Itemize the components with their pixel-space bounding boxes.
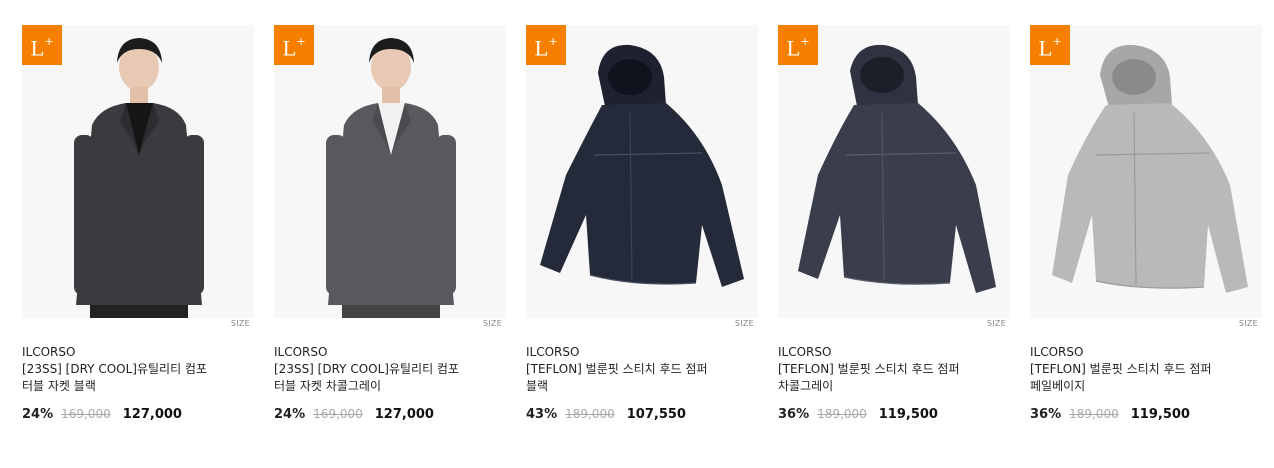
price-row: 36% 189,000 119,500 <box>778 407 1010 422</box>
lplus-badge: L+ <box>526 25 566 65</box>
size-label[interactable]: SIZE <box>274 318 506 332</box>
sale-price: 127,000 <box>374 407 434 422</box>
product-brand[interactable]: ILCORSO <box>778 344 1010 360</box>
hooded-jumper-image <box>1052 44 1248 293</box>
product-card[interactable]: L+ SIZE ILCORSO [23SS] [DRY COOL]유틸리티 컴포… <box>22 25 254 422</box>
sale-price: 119,500 <box>1130 407 1190 422</box>
sale-price: 119,500 <box>878 407 938 422</box>
product-name[interactable]: [TEFLON] 벌룬핏 스티치 후드 점퍼 블랙 <box>526 361 758 397</box>
original-price: 169,000 <box>61 407 111 421</box>
discount-rate: 24% <box>22 407 54 422</box>
price-row: 24% 169,000 127,000 <box>274 407 506 422</box>
lplus-badge: L+ <box>778 25 818 65</box>
product-name[interactable]: [23SS] [DRY COOL]유틸리티 컴포 터블 자켓 차콜그레이 <box>274 361 506 397</box>
original-price: 189,000 <box>1069 407 1119 421</box>
discount-rate: 43% <box>526 407 558 422</box>
product-image[interactable]: L+ <box>1030 25 1262 318</box>
original-price: 189,000 <box>565 407 615 421</box>
lplus-badge: L+ <box>274 25 314 65</box>
price-row: 24% 169,000 127,000 <box>22 407 254 422</box>
price-row: 36% 189,000 119,500 <box>1030 407 1262 422</box>
product-brand[interactable]: ILCORSO <box>526 344 758 360</box>
lplus-badge: L+ <box>1030 25 1070 65</box>
product-brand[interactable]: ILCORSO <box>22 344 254 360</box>
blazer-model-image <box>326 38 456 318</box>
original-price: 169,000 <box>313 407 363 421</box>
product-image[interactable]: L+ <box>778 25 1010 318</box>
original-price: 189,000 <box>817 407 867 421</box>
product-name[interactable]: [TEFLON] 벌룬핏 스티치 후드 점퍼 차콜그레이 <box>778 361 1010 397</box>
discount-rate: 36% <box>778 407 810 422</box>
blazer-model-image <box>74 38 204 318</box>
size-label[interactable]: SIZE <box>526 318 758 332</box>
product-name[interactable]: [23SS] [DRY COOL]유틸리티 컴포 터블 자켓 블랙 <box>22 361 254 397</box>
product-card[interactable]: L+ SIZE ILCORSO [23SS] [DRY COOL]유틸리티 컴포… <box>274 25 506 422</box>
sale-price: 107,550 <box>626 407 686 422</box>
product-grid: L+ SIZE ILCORSO [23SS] [DRY COOL]유틸리티 컴포… <box>22 25 1262 422</box>
product-image[interactable]: L+ <box>22 25 254 318</box>
sale-price: 127,000 <box>122 407 182 422</box>
product-image[interactable]: L+ <box>526 25 758 318</box>
discount-rate: 36% <box>1030 407 1062 422</box>
hooded-jumper-image <box>798 44 996 293</box>
product-brand[interactable]: ILCORSO <box>274 344 506 360</box>
product-brand[interactable]: ILCORSO <box>1030 344 1262 360</box>
product-image[interactable]: L+ <box>274 25 506 318</box>
price-row: 43% 189,000 107,550 <box>526 407 758 422</box>
product-card[interactable]: L+ SIZE ILCORSO [TEFLON] 벌룬핏 스티치 후드 점퍼 블랙… <box>526 25 758 422</box>
size-label[interactable]: SIZE <box>1030 318 1262 332</box>
product-name[interactable]: [TEFLON] 벌룬핏 스티치 후드 점퍼 페일베이지 <box>1030 361 1262 397</box>
size-label[interactable]: SIZE <box>22 318 254 332</box>
product-card[interactable]: L+ SIZE ILCORSO [TEFLON] 벌룬핏 스티치 후드 점퍼 차콜… <box>778 25 1010 422</box>
product-card[interactable]: L+ SIZE ILCORSO [TEFLON] 벌룬핏 스티치 후드 점퍼 페일… <box>1030 25 1262 422</box>
size-label[interactable]: SIZE <box>778 318 1010 332</box>
hooded-jumper-image <box>540 44 744 287</box>
discount-rate: 24% <box>274 407 306 422</box>
lplus-badge: L+ <box>22 25 62 65</box>
